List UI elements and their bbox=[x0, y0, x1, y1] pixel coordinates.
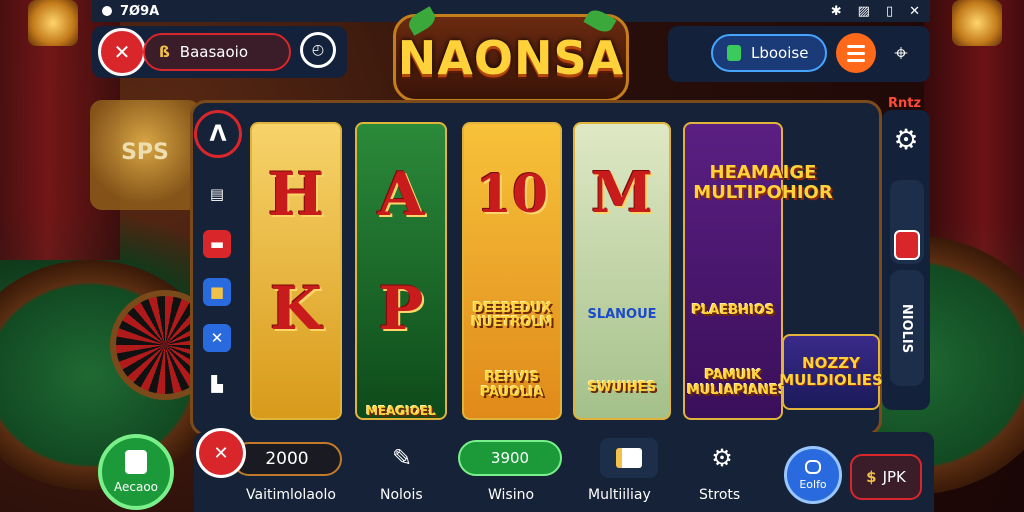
jackpot-icon: $ bbox=[866, 468, 877, 486]
reel-label: SWUIHES bbox=[587, 380, 657, 395]
slots-icon[interactable]: ▤ bbox=[203, 180, 231, 208]
info-label: Eolfo bbox=[799, 477, 827, 491]
auto-label: Rntz bbox=[888, 96, 922, 111]
status-time: 7Ø9A bbox=[120, 3, 160, 19]
bet-amount[interactable]: 2000 bbox=[232, 442, 342, 476]
reel-1: H K bbox=[250, 122, 342, 420]
lobby-label: Lbooise bbox=[751, 44, 809, 62]
reel-label: REHVIS PAUOLIA bbox=[480, 370, 544, 400]
exit-button[interactable]: ✕ bbox=[98, 28, 146, 76]
side-label: NIOLIS bbox=[899, 303, 915, 353]
share-icon[interactable]: ⌖ bbox=[884, 36, 918, 70]
reel-symbol: K bbox=[269, 274, 323, 344]
speed-gauge-icon[interactable]: ◴ bbox=[300, 32, 336, 68]
reel-label: MEAGIOEL bbox=[366, 404, 436, 418]
slots-gear-icon[interactable]: ⚙ bbox=[702, 440, 742, 476]
bet-label: Vaitimlolaolo bbox=[246, 487, 336, 503]
reel-symbol: SLANOUE bbox=[587, 307, 657, 322]
multiplier-button[interactable] bbox=[600, 438, 658, 478]
reel-3: 10 DEEBEDUX NUETROLM REHVIS PAUOLIA bbox=[462, 122, 562, 420]
win-value: 3900 bbox=[490, 449, 530, 467]
feature-title: HEAMAIGE MULTIPOHIOR bbox=[693, 162, 833, 203]
rail-top-button[interactable]: Λ bbox=[194, 110, 242, 158]
reel-symbol: 10 bbox=[475, 164, 549, 225]
menu-button[interactable] bbox=[836, 33, 876, 73]
multiplier-icon bbox=[616, 448, 642, 468]
lamp-left bbox=[28, 0, 78, 46]
lobby-icon bbox=[727, 45, 741, 61]
reel-4: M SLANOUE SWUIHES bbox=[573, 122, 671, 420]
reel-symbol: M bbox=[591, 160, 653, 226]
decrease-bet-button[interactable]: ✕ bbox=[196, 428, 246, 478]
player-icon: ß bbox=[159, 43, 170, 61]
multiplier-label: Multiiliay bbox=[588, 487, 651, 503]
exit-icon: ✕ bbox=[113, 40, 131, 64]
shop-button[interactable]: Aecaoo bbox=[98, 434, 174, 510]
reel-symbol: P bbox=[378, 274, 424, 344]
notes-icon[interactable]: ✎ bbox=[382, 440, 422, 476]
cross-icon[interactable]: ✕ bbox=[203, 324, 231, 352]
reel-symbol: DEEBEDUX NUETROLM bbox=[471, 301, 553, 330]
chest-icon[interactable]: ■ bbox=[203, 278, 231, 306]
reel-label: PAMUIK MULIAPIANES bbox=[687, 368, 783, 398]
slots-label: Strots bbox=[699, 487, 741, 503]
camera-icon bbox=[102, 6, 112, 16]
battery-icon: ▯ bbox=[885, 3, 894, 19]
info-button[interactable]: Eolfo bbox=[784, 446, 842, 504]
lamp-right bbox=[952, 0, 1002, 46]
signal-icon: ▨ bbox=[857, 3, 870, 19]
card-icon[interactable]: ▬ bbox=[203, 230, 231, 258]
reel-2: A P MEAGIOEL bbox=[355, 122, 447, 420]
notes-label: Nolois bbox=[380, 487, 423, 503]
shop-label: Aecaoo bbox=[113, 480, 158, 494]
reel-symbol: A bbox=[377, 160, 425, 230]
bluetooth-icon: ✱ bbox=[830, 3, 842, 19]
game-title: NAONSA bbox=[397, 31, 625, 85]
flag-icon[interactable]: ▙ bbox=[203, 370, 231, 398]
trophy-decoration: SPS bbox=[90, 100, 200, 210]
player-name-pill[interactable]: ß Baasaoio bbox=[143, 33, 291, 71]
close-icon[interactable]: ✕ bbox=[909, 4, 920, 19]
bet-value: 2000 bbox=[265, 449, 309, 469]
gear-icon[interactable]: ⚙ bbox=[888, 122, 924, 158]
feature-badge: NOZZY MULDIOLIES bbox=[779, 334, 883, 410]
reel-symbol: PLAEBHIOS bbox=[691, 303, 775, 318]
jackpot-label: JPK bbox=[882, 468, 906, 486]
win-label: Wisino bbox=[488, 487, 535, 503]
player-name: Baasaoio bbox=[179, 43, 248, 61]
reel-symbol: H bbox=[267, 160, 325, 230]
lobby-button[interactable]: Lbooise bbox=[711, 34, 827, 72]
win-amount: 3900 bbox=[458, 440, 562, 476]
volume-slider-thumb[interactable] bbox=[894, 230, 920, 260]
bag-icon bbox=[805, 459, 821, 474]
side-label-box[interactable]: NIOLIS bbox=[890, 270, 924, 386]
shopping-bag-icon bbox=[125, 450, 147, 474]
jackpot-button[interactable]: $ JPK bbox=[850, 454, 922, 500]
